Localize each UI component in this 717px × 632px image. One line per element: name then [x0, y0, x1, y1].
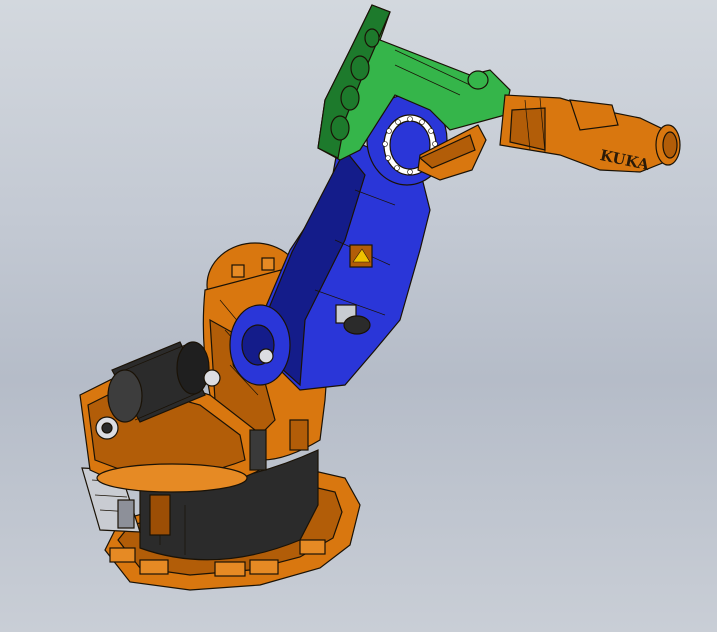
hub-cap — [258, 348, 274, 364]
rear-bracket — [289, 419, 309, 451]
base-bolt-block — [139, 559, 169, 575]
turret-bolt — [261, 257, 275, 271]
base-bolt-block — [249, 559, 279, 575]
wrist-flange[interactable] — [655, 124, 681, 166]
housing-port — [364, 28, 380, 48]
turret-bolt — [231, 264, 245, 278]
rear-support — [249, 429, 267, 471]
arm-grommet — [343, 315, 371, 335]
base-clamp — [149, 494, 171, 536]
connector-box — [117, 499, 135, 529]
motor-coupling — [203, 369, 221, 387]
base-bolt-block — [214, 561, 246, 577]
base-bolt-block — [109, 547, 136, 563]
housing-port — [350, 55, 370, 81]
cad-viewport[interactable]: KUKA — [0, 0, 717, 632]
robot-arm-model[interactable]: KUKA — [0, 0, 717, 632]
housing-port — [330, 115, 350, 141]
housing-port — [340, 85, 360, 111]
base-bolt-block — [299, 539, 326, 555]
forearm[interactable]: KUKA — [499, 94, 671, 174]
